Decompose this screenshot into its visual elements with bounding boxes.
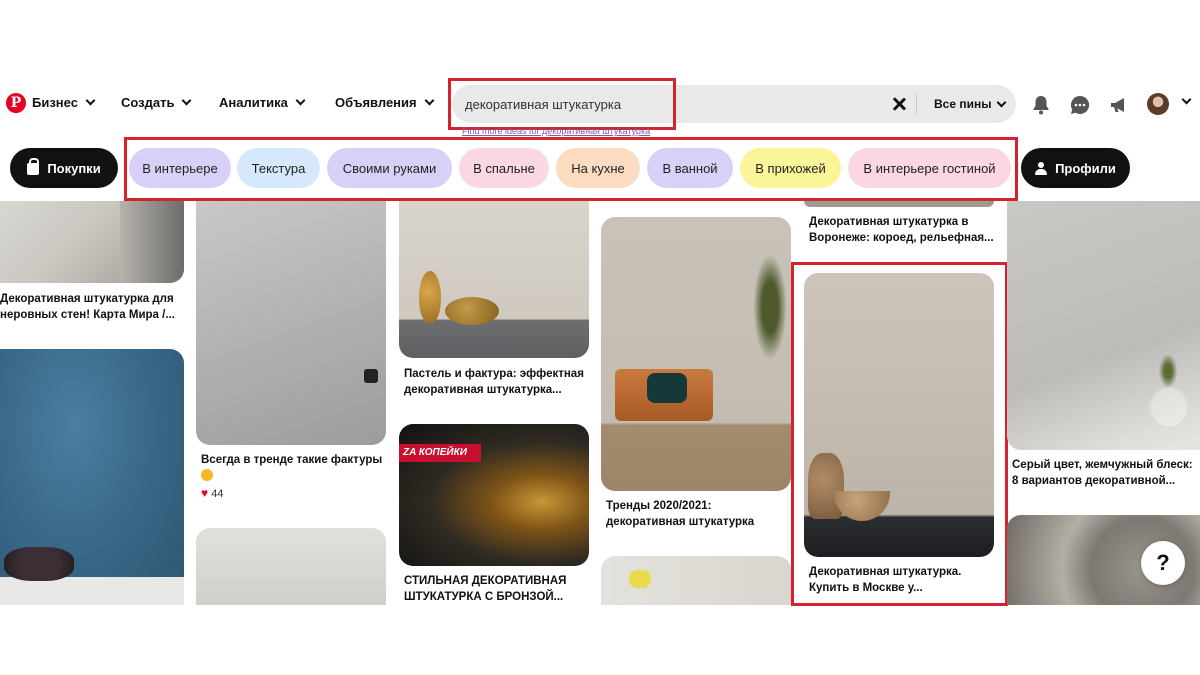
pin-image[interactable] <box>601 556 791 605</box>
pin-title[interactable]: декоративная штукатурка... <box>404 382 562 398</box>
filter-chip[interactable]: В интерьере <box>129 148 231 188</box>
plant-shape <box>1157 351 1179 391</box>
nav-analytics-label: Аналитика <box>219 95 288 110</box>
pin-image[interactable] <box>601 217 791 491</box>
top-nav: P Бизнес Создать Аналитика Объявления Вс… <box>0 78 1200 134</box>
filter-chip[interactable]: Своими руками <box>327 148 452 188</box>
filter-chip[interactable]: В ванной <box>647 148 733 188</box>
tiktok-icon <box>364 369 378 383</box>
chevron-down-icon <box>424 95 435 106</box>
shopping-label: Покупки <box>47 160 101 176</box>
search-input[interactable] <box>465 85 875 123</box>
pin-title[interactable]: неровных стен! Карта Мира /... <box>0 307 175 323</box>
cushion-shape <box>647 373 687 403</box>
chip-label: Своими руками <box>342 160 437 176</box>
pear-shape <box>445 297 499 325</box>
search-scope-dropdown[interactable]: Все пины <box>934 97 1007 111</box>
pin-image-detail <box>120 201 184 283</box>
profiles-label: Профили <box>1055 160 1116 176</box>
nav-create-label: Создать <box>121 95 175 110</box>
person-icon <box>1035 161 1048 175</box>
chevron-down-icon[interactable] <box>1181 94 1192 105</box>
avatar[interactable] <box>1147 93 1169 115</box>
chip-label: В интерьере <box>142 160 218 176</box>
pin-title[interactable]: Декоративная штукатурка в <box>809 214 968 230</box>
messages-icon[interactable] <box>1069 94 1091 116</box>
grapes-shape <box>4 547 74 581</box>
pin-image[interactable] <box>0 201 184 283</box>
emoji-icon <box>201 467 213 485</box>
nav-business-label: Бизнес <box>32 95 78 110</box>
pin-image[interactable] <box>0 349 184 605</box>
pin-image[interactable] <box>399 201 589 358</box>
pin-title[interactable]: Воронеже: короед, рельефная... <box>809 230 994 246</box>
pin-title[interactable]: СТИЛЬНАЯ ДЕКОРАТИВНАЯ <box>404 573 566 589</box>
pin-title[interactable]: Серый цвет, жемчужный блеск: <box>1012 457 1193 473</box>
chevron-down-icon <box>85 95 96 106</box>
chevron-down-icon <box>295 95 306 106</box>
bell-icon[interactable] <box>1030 94 1052 116</box>
nav-analytics[interactable]: Аналитика <box>219 95 306 110</box>
shopping-bag-icon <box>27 158 40 175</box>
clear-search-icon[interactable] <box>890 95 908 113</box>
megaphone-icon[interactable] <box>1108 94 1130 116</box>
search-hint-text[interactable]: Find more ideas for декоративная штукату… <box>462 127 662 137</box>
pin-title[interactable]: 8 вариантов декоративной... <box>1012 473 1175 489</box>
chip-label: В спальне <box>473 160 535 176</box>
pin-image[interactable] <box>196 528 386 605</box>
pin-image[interactable] <box>804 273 994 557</box>
chip-label: Текстура <box>251 160 306 176</box>
pin-title[interactable]: ШТУКАТУРКА С БРОНЗОЙ... <box>404 589 563 605</box>
pin-banner: ZA КОПЕЙКИ <box>399 444 481 462</box>
shopping-button[interactable]: Покупки <box>10 148 118 188</box>
pin-likes: ♥ 44 <box>201 486 223 500</box>
chevron-down-icon <box>997 97 1007 107</box>
search-divider <box>916 93 917 115</box>
nav-create[interactable]: Создать <box>121 95 192 110</box>
chevron-down-icon <box>182 95 192 106</box>
pin-likes-count: 44 <box>211 488 224 500</box>
filter-chip[interactable]: На кухне <box>556 148 640 188</box>
pin-title[interactable]: Тренды 2020/2021: <box>606 498 711 514</box>
filter-chip[interactable]: В интерьере гостиной <box>848 148 1011 188</box>
bowl-shape <box>834 491 890 521</box>
pin-title[interactable]: Купить в Москве у... <box>809 580 923 596</box>
pin-image[interactable]: ZA КОПЕЙКИ <box>399 424 589 566</box>
pin-title[interactable]: Пастель и фактура: эффектная <box>404 366 584 382</box>
pin-image[interactable] <box>196 201 386 445</box>
sponge-shape <box>629 570 651 588</box>
pin-title[interactable]: декоративная штукатурка <box>606 514 754 530</box>
glass-vase-shape <box>1149 387 1189 429</box>
filter-chip[interactable]: В спальне <box>459 148 549 188</box>
filter-chip[interactable]: В прихожей <box>740 148 841 188</box>
chip-label: В ванной <box>662 160 718 176</box>
chip-label: В прихожей <box>755 160 826 176</box>
pin-title[interactable]: Декоративная штукатурка. <box>809 564 961 580</box>
pin-image-table <box>0 577 184 605</box>
pin-title[interactable]: Декоративная штукатурка для <box>0 291 174 307</box>
search-scope-label: Все пины <box>934 97 992 111</box>
plant-shape <box>751 247 789 367</box>
pin-title[interactable]: Всегда в тренде такие фактуры <box>201 452 382 468</box>
pin-image[interactable] <box>1007 201 1200 450</box>
filter-chip[interactable]: Текстура <box>237 148 320 188</box>
nav-ads-label: Объявления <box>335 95 417 110</box>
help-button[interactable]: ? <box>1141 541 1185 585</box>
nav-ads[interactable]: Объявления <box>335 95 435 110</box>
pear-shape <box>419 271 441 323</box>
heart-icon: ♥ <box>201 486 209 500</box>
nav-business[interactable]: Бизнес <box>32 95 96 110</box>
search-bar: Все пины <box>452 85 1016 123</box>
chip-label: В интерьере гостиной <box>863 160 996 176</box>
profiles-button[interactable]: Профили <box>1021 148 1130 188</box>
chip-label: На кухне <box>571 160 625 176</box>
pin-image[interactable] <box>804 201 994 207</box>
pinterest-logo-icon[interactable]: P <box>6 93 26 113</box>
